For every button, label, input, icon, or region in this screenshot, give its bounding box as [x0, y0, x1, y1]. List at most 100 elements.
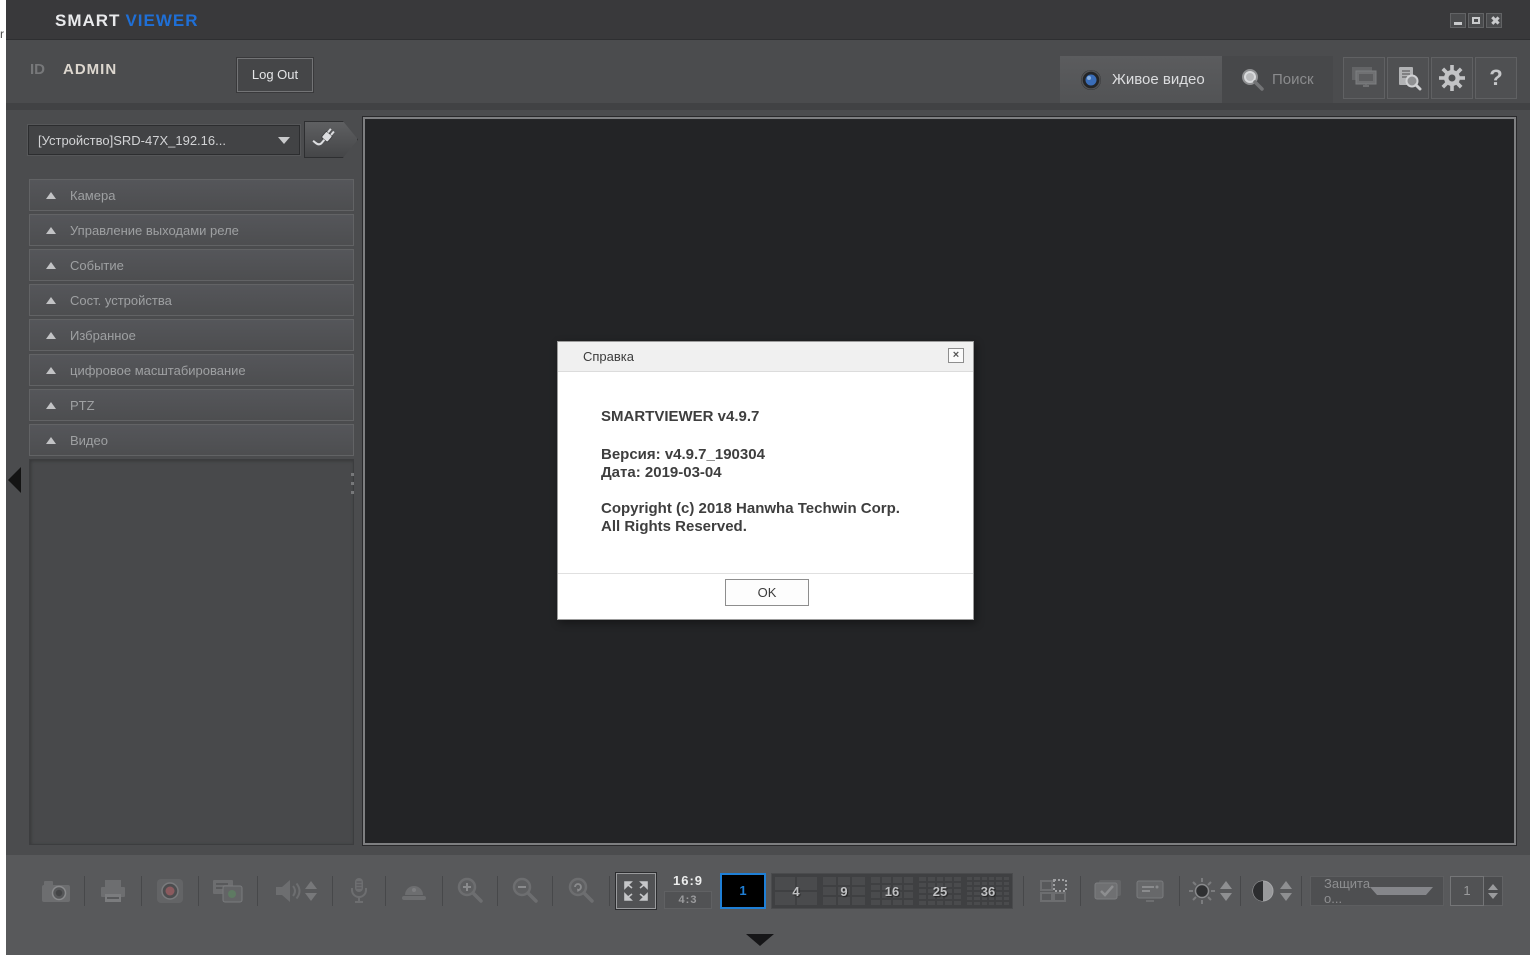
live-video-icon: [1080, 69, 1102, 91]
snapshot-button[interactable]: [34, 878, 78, 904]
zoom-out-button[interactable]: [504, 877, 546, 905]
titlebar: SMARTVIEWER: [6, 0, 1530, 40]
sequence-button[interactable]: [1087, 878, 1127, 904]
minimize-button[interactable]: [1450, 13, 1466, 28]
accordion-relay-outputs-label: Управление выходами реле: [70, 223, 239, 238]
device-selector[interactable]: [Устройство]SRD-47X_192.16...: [28, 125, 300, 155]
accordion-digital-zoom[interactable]: цифровое масштабирование: [29, 354, 354, 386]
brightness-icon: [1188, 877, 1216, 905]
brightness-control[interactable]: [1186, 877, 1234, 905]
maximize-button[interactable]: [1468, 13, 1484, 28]
collapse-triangle-icon: [46, 332, 56, 339]
header-bar: ID ADMIN Log Out Живое видео Поиск: [6, 41, 1530, 110]
date-line: Дата: 2019-03-04: [601, 464, 900, 482]
brightness-arrows-icon[interactable]: [1220, 881, 1232, 901]
single-screen-button[interactable]: [1034, 878, 1074, 904]
collapse-triangle-icon: [46, 367, 56, 374]
zoom-in-button[interactable]: [449, 877, 491, 905]
accordion-video[interactable]: Видео: [29, 424, 354, 456]
fullscreen-button[interactable]: [616, 873, 656, 909]
toolbar-collapse-arrow[interactable]: [746, 934, 774, 946]
setup-button[interactable]: [1431, 57, 1473, 99]
instant-viewer-button[interactable]: [205, 877, 251, 905]
layout-9-button[interactable]: 9: [820, 874, 868, 908]
volume-arrows-icon[interactable]: [305, 881, 317, 901]
tab-live-video-label: Живое видео: [1112, 71, 1205, 88]
close-button[interactable]: [1486, 13, 1502, 28]
accordion-favorites[interactable]: Избранное: [29, 319, 354, 351]
layout-strip: 4 9 16 25 36: [771, 873, 1013, 909]
sequence-icon: [1091, 878, 1123, 904]
accordion-video-panel: [29, 459, 354, 845]
maximize-icon: [1472, 17, 1480, 24]
id-label: ID: [30, 61, 45, 78]
multi-monitor-button[interactable]: [1343, 57, 1385, 99]
sidebar-collapse-arrow[interactable]: [8, 467, 21, 493]
ok-button[interactable]: OK: [725, 579, 809, 606]
layout-1-button[interactable]: 1: [720, 873, 766, 909]
layout-25-button[interactable]: 25: [916, 874, 964, 908]
layout-4-label: 4: [772, 874, 820, 908]
dialog-titlebar: Справка ×: [558, 342, 973, 372]
page-spinner: 1: [1450, 876, 1503, 906]
dual-monitor-icon: [1349, 65, 1379, 91]
chevron-down-icon: [1370, 887, 1433, 895]
accordion-relay-outputs[interactable]: Управление выходами реле: [29, 214, 354, 246]
brand-viewer: VIEWER: [125, 11, 198, 30]
contrast-icon: [1250, 878, 1276, 904]
layout-16-button[interactable]: 16: [868, 874, 916, 908]
layout-4-button[interactable]: 4: [772, 874, 820, 908]
layout-36-button[interactable]: 36: [964, 874, 1012, 908]
alarm-button[interactable]: [392, 879, 436, 903]
collapse-triangle-icon: [46, 402, 56, 409]
aspect-ratio-toggle[interactable]: 16:9 4:3: [664, 873, 712, 909]
accordion-camera-label: Камера: [70, 188, 115, 203]
print-button[interactable]: [91, 878, 135, 904]
accordion-camera[interactable]: Камера: [29, 179, 354, 211]
username: ADMIN: [63, 61, 117, 78]
record-button[interactable]: [148, 878, 192, 904]
chevron-down-icon: [278, 137, 290, 144]
microphone-button[interactable]: [339, 877, 379, 905]
connect-button[interactable]: [304, 121, 358, 158]
page-spinner-arrows[interactable]: [1484, 876, 1503, 906]
copyright-line1: Copyright (c) 2018 Hanwha Techwin Corp.: [601, 500, 900, 518]
accordion-favorites-label: Избранное: [70, 328, 136, 343]
zoom-reset-button[interactable]: [559, 877, 603, 905]
layout-36-label: 36: [964, 874, 1012, 908]
tab-live-video[interactable]: Живое видео: [1060, 56, 1222, 103]
audio-volume-control[interactable]: [264, 878, 326, 904]
collapse-triangle-icon: [46, 192, 56, 199]
accordion-device-status[interactable]: Сост. устройства: [29, 284, 354, 316]
help-button[interactable]: ?: [1475, 57, 1517, 99]
sidebar-accordion: Камера Управление выходами реле Событие …: [29, 179, 354, 459]
privacy-dropdown[interactable]: Защита о...: [1310, 876, 1444, 906]
zoom-reset-icon: [567, 877, 595, 905]
dialog-close-button[interactable]: ×: [948, 348, 964, 363]
gear-icon: [1438, 64, 1466, 92]
record-icon: [156, 878, 184, 904]
alarm-lamp-icon: [399, 879, 429, 903]
sidebar-splitter[interactable]: [351, 473, 354, 500]
logout-button[interactable]: Log Out: [237, 58, 313, 92]
search-icon: [1240, 68, 1264, 92]
log-search-button[interactable]: [1387, 57, 1429, 99]
accordion-ptz[interactable]: PTZ: [29, 389, 354, 421]
collapse-triangle-icon: [46, 437, 56, 444]
layout-25-label: 25: [916, 874, 964, 908]
camera-icon: [40, 878, 72, 904]
smartviewer-window: SMARTVIEWER ID ADMIN Log Out Живое видео: [6, 0, 1530, 955]
aspect-wide-label[interactable]: 16:9: [664, 873, 712, 888]
version-line: Версия: v4.9.7_190304: [601, 446, 900, 464]
aspect-standard-button[interactable]: 4:3: [664, 891, 712, 909]
contrast-arrows-icon[interactable]: [1280, 881, 1292, 901]
dialog-title: Справка: [583, 349, 634, 364]
privacy-dropdown-value: Защита о...: [1311, 876, 1370, 906]
contrast-control[interactable]: [1247, 878, 1295, 904]
dialog-separator: [558, 573, 973, 574]
instant-record-icon: [212, 877, 244, 905]
tab-search[interactable]: Поиск: [1222, 56, 1333, 103]
fullscreen-icon: [623, 880, 649, 902]
osd-button[interactable]: [1127, 878, 1173, 904]
accordion-event[interactable]: Событие: [29, 249, 354, 281]
